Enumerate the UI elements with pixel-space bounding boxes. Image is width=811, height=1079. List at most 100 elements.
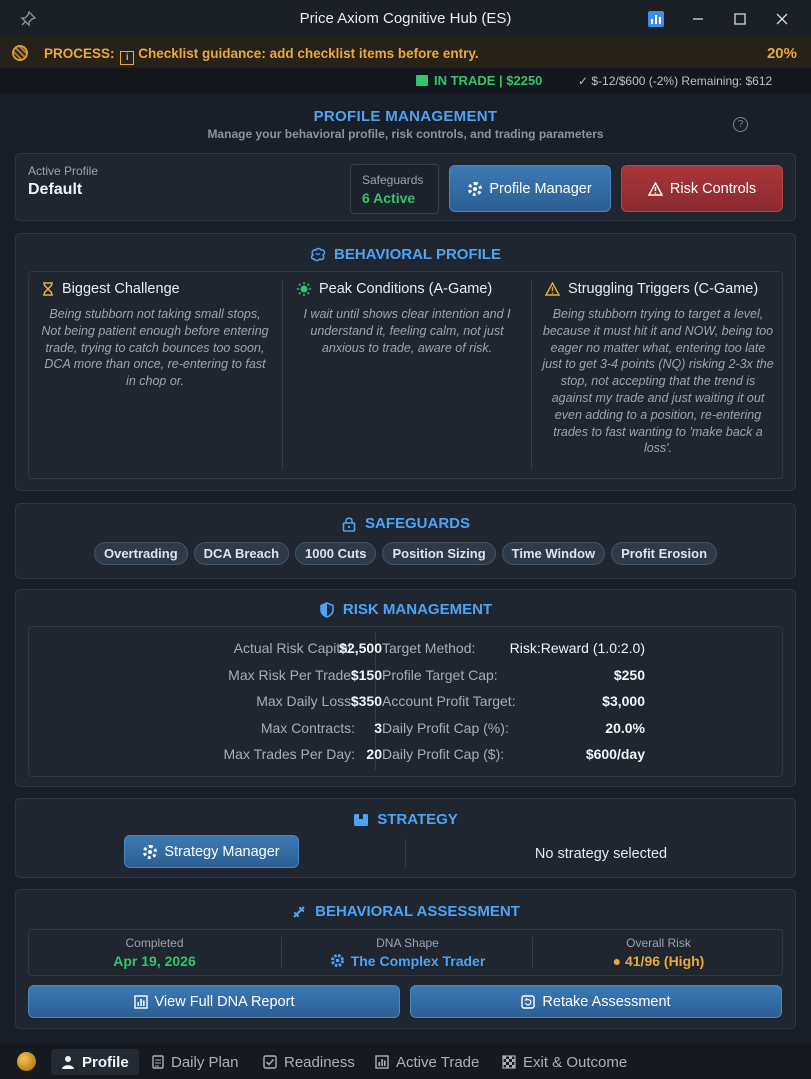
tab-profile[interactable]: Profile bbox=[51, 1049, 139, 1075]
biggest-challenge-heading: Biggest Challenge bbox=[42, 281, 180, 297]
retake-assessment-button[interactable]: Retake Assessment bbox=[410, 985, 782, 1018]
refresh-icon bbox=[521, 994, 536, 1009]
in-trade-text: IN TRADE | $2250 bbox=[434, 73, 543, 88]
bar-chart-icon bbox=[133, 994, 148, 1009]
strategy-title: STRATEGY bbox=[16, 811, 795, 828]
checkered-flag-icon bbox=[502, 1055, 516, 1069]
lock-icon bbox=[342, 516, 356, 532]
risk-param-label: Account Profit Target: bbox=[382, 693, 516, 709]
assessment-summary: Completed Apr 19, 2026 DNA Shape The Com… bbox=[28, 929, 783, 976]
risk-param-label: Profile Target Cap: bbox=[382, 667, 498, 683]
dna-shape-label: DNA Shape bbox=[376, 936, 439, 950]
dna-shape-value: The Complex Trader bbox=[282, 953, 533, 969]
hourglass-icon bbox=[43, 282, 53, 296]
status-orb-icon[interactable] bbox=[17, 1052, 36, 1071]
gear-icon bbox=[468, 181, 483, 196]
safeguards-summary: Safeguards 6 Active bbox=[350, 164, 439, 214]
view-dna-report-button[interactable]: View Full DNA Report bbox=[28, 985, 400, 1018]
strategy-card: STRATEGY Strategy Manager No strategy se… bbox=[15, 798, 796, 878]
strategy-heading: STRATEGY bbox=[377, 811, 458, 828]
risk-param-label: Actual Risk Capital: bbox=[233, 640, 355, 656]
peak-conditions-heading: Peak Conditions (A-Game) bbox=[297, 281, 492, 297]
risk-controls-label: Risk Controls bbox=[669, 180, 757, 197]
overall-risk-value: ● 41/96 (High) bbox=[612, 953, 705, 969]
profile-manager-button[interactable]: Profile Manager bbox=[449, 165, 611, 212]
safeguard-chips: Overtrading DCA Breach 1000 Cuts Positio… bbox=[16, 542, 795, 565]
gear-icon bbox=[143, 844, 158, 859]
help-icon[interactable]: ? bbox=[733, 117, 748, 132]
safeguard-chip[interactable]: 1000 Cuts bbox=[295, 542, 377, 565]
risk-param-value: 20 bbox=[366, 746, 382, 762]
struggling-triggers-text: Being stubborn trying to target a level,… bbox=[542, 307, 774, 456]
view-dna-report-label: View Full DNA Report bbox=[154, 993, 295, 1010]
biggest-challenge-text: Being stubborn not taking small stops, N… bbox=[41, 307, 269, 389]
warning-icon bbox=[545, 282, 560, 296]
risk-param-value: 3 bbox=[374, 720, 382, 736]
strategy-status: No strategy selected bbox=[534, 846, 668, 862]
tab-exit-outcome[interactable]: Exit & Outcome bbox=[492, 1049, 637, 1075]
risk-param-label: Max Risk Per Trade: bbox=[228, 667, 355, 683]
sun-icon bbox=[297, 282, 311, 296]
tab-exit-outcome-label: Exit & Outcome bbox=[523, 1053, 628, 1071]
risk-param-label: Target Method: bbox=[382, 640, 476, 656]
risk-param-value: $350 bbox=[350, 693, 382, 709]
risk-management-card: RISK MANAGEMENT Actual Risk Capital: $2,… bbox=[15, 589, 796, 787]
safeguard-chip[interactable]: Time Window bbox=[501, 542, 606, 565]
process-bar: PROCESS: i Checklist guidance: add checkl… bbox=[0, 38, 811, 68]
clipboard-icon bbox=[152, 1055, 164, 1069]
risk-param-value: $600/day bbox=[585, 746, 645, 762]
dna-shape-text: The Complex Trader bbox=[350, 953, 486, 969]
risk-param-value: $250 bbox=[613, 667, 645, 683]
brain-icon bbox=[310, 247, 326, 261]
safeguards-heading: SAFEGUARDS bbox=[364, 515, 470, 532]
tab-daily-plan[interactable]: Daily Plan bbox=[142, 1049, 249, 1075]
safeguards-label: Safeguards bbox=[362, 173, 424, 187]
safeguards-title: SAFEGUARDS bbox=[16, 515, 795, 532]
safeguards-count: 6 Active bbox=[362, 190, 416, 206]
user-icon bbox=[62, 1056, 74, 1069]
tab-readiness-label: Readiness bbox=[284, 1053, 355, 1071]
close-button[interactable] bbox=[761, 6, 803, 32]
tab-active-trade[interactable]: Active Trade bbox=[365, 1049, 489, 1075]
struggling-triggers-heading: Struggling Triggers (C-Game) bbox=[545, 281, 758, 297]
safeguards-card: SAFEGUARDS Overtrading DCA Breach 1000 C… bbox=[15, 503, 796, 579]
trade-status-bar: IN TRADE | $2250 ✓ $-12/$600 (-2%) Remai… bbox=[0, 68, 811, 94]
safeguard-chip[interactable]: DCA Breach bbox=[193, 542, 290, 565]
risk-param-label: Daily Profit Cap (%): bbox=[382, 720, 509, 736]
risk-param-label: Max Contracts: bbox=[260, 720, 355, 736]
minimize-button[interactable] bbox=[677, 6, 719, 32]
dna-shape-column: DNA Shape The Complex Trader bbox=[282, 930, 533, 975]
strategy-manager-label: Strategy Manager bbox=[164, 843, 280, 860]
strategy-manager-button[interactable]: Strategy Manager bbox=[124, 835, 299, 868]
overall-risk-column: Overall Risk ● 41/96 (High) bbox=[533, 930, 784, 975]
bottom-tab-bar: Profile Daily Plan Readiness Active Trad… bbox=[0, 1044, 811, 1079]
maximize-button[interactable] bbox=[719, 6, 761, 32]
bar-chart-icon bbox=[648, 11, 664, 27]
risk-param-value: $2,500 bbox=[339, 640, 382, 656]
completed-date: Apr 19, 2026 bbox=[113, 953, 196, 969]
tab-daily-plan-label: Daily Plan bbox=[171, 1053, 239, 1071]
peak-conditions-column: Peak Conditions (A-Game) I wait until sh… bbox=[283, 272, 531, 478]
safeguard-chip[interactable]: Profit Erosion bbox=[611, 542, 718, 565]
profile-manager-label: Profile Manager bbox=[489, 180, 592, 197]
in-trade-status: IN TRADE | $2250 bbox=[416, 73, 542, 88]
chart-toggle-button[interactable] bbox=[635, 6, 677, 32]
tab-profile-label: Profile bbox=[82, 1053, 129, 1071]
tab-readiness[interactable]: Readiness bbox=[253, 1049, 365, 1075]
peak-conditions-text: I wait until shows clear intention and I… bbox=[303, 307, 511, 355]
bar-chart-icon bbox=[375, 1055, 389, 1069]
shield-icon bbox=[320, 601, 334, 618]
risk-param-value: $150 bbox=[350, 667, 382, 683]
process-percent: 20% bbox=[766, 45, 797, 62]
close-icon bbox=[776, 13, 788, 25]
behavioral-assessment-card: BEHAVIORAL ASSESSMENT Completed Apr 19, … bbox=[15, 889, 796, 1029]
completed-column: Completed Apr 19, 2026 bbox=[29, 930, 280, 975]
safeguard-chip[interactable]: Overtrading bbox=[93, 542, 188, 565]
briefcase-icon bbox=[354, 813, 369, 826]
risk-management-heading: RISK MANAGEMENT bbox=[342, 601, 493, 618]
safeguard-chip[interactable]: Position Sizing bbox=[382, 542, 496, 565]
risk-controls-button[interactable]: Risk Controls bbox=[621, 165, 783, 212]
struggling-triggers-label: Struggling Triggers (C-Game) bbox=[568, 281, 759, 297]
checkbox-icon bbox=[263, 1055, 277, 1069]
process-label: PROCESS: bbox=[44, 46, 115, 61]
